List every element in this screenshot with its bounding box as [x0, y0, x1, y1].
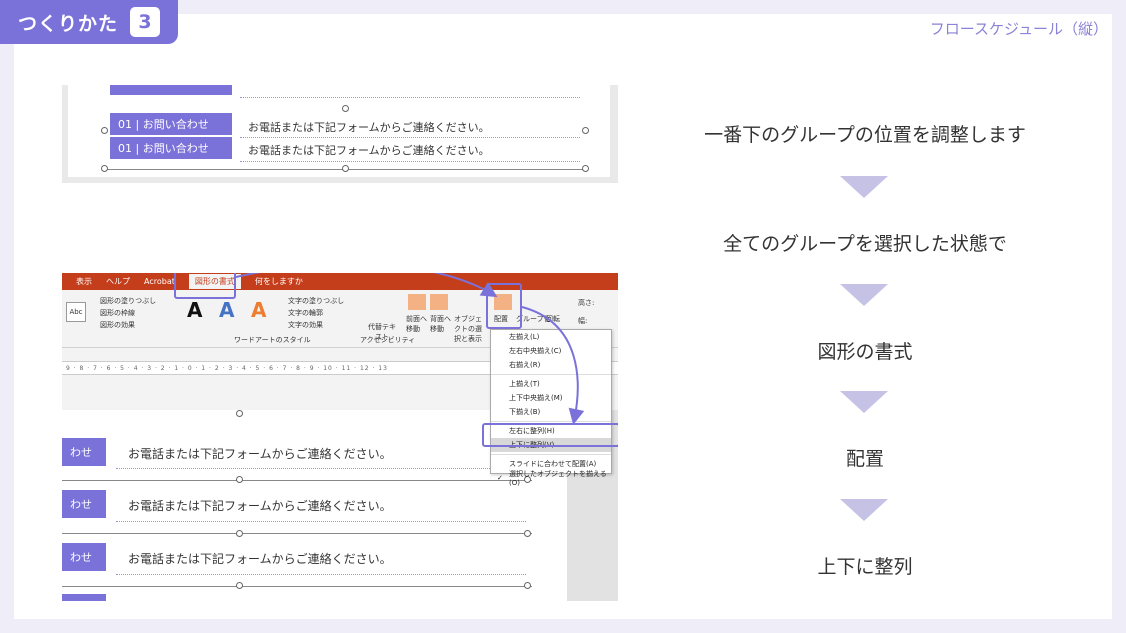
- step-badge: つくりかた 3: [0, 0, 178, 44]
- down-arrow-icon: [840, 176, 888, 198]
- down-arrow-icon: [840, 499, 888, 521]
- step-5: 上下に整列: [817, 556, 913, 578]
- arrow-to-arrange: [235, 273, 498, 298]
- row1-text: お電話または下記フォームからご連絡ください。: [248, 121, 490, 134]
- screenshot-top: 01 | お問い合わせ お電話または下記フォームからご連絡ください。 01 | …: [62, 85, 618, 183]
- partial-row-label: [110, 85, 232, 95]
- arrow-to-distribute: [521, 306, 585, 425]
- selection-handle[interactable]: [582, 165, 589, 172]
- row1-label: 01 | お問い合わせ: [110, 113, 232, 135]
- step-2: 全てのグループを選択した状態で: [723, 233, 1007, 255]
- down-arrow-icon: [840, 391, 888, 413]
- badge-title: つくりかた: [18, 12, 119, 35]
- selection-handle[interactable]: [101, 127, 108, 134]
- screenshot-ribbon: 表示 ヘルプ Acrobat 図形の書式 何をしますか Abc 図形の塗りつぶし…: [62, 273, 618, 601]
- selection-handle[interactable]: [342, 165, 349, 172]
- selection-handle[interactable]: [101, 165, 108, 172]
- row2-label: 01 | お問い合わせ: [110, 137, 232, 159]
- rotate-handle-icon[interactable]: [342, 105, 349, 112]
- slide-page: 01 | お問い合わせ お電話または下記フォームからご連絡ください。 01 | …: [68, 85, 610, 177]
- selection-handle[interactable]: [582, 127, 589, 134]
- badge-number: 3: [130, 7, 161, 37]
- down-arrow-icon: [840, 284, 888, 306]
- flow-arrows: [235, 273, 585, 425]
- page-subtitle: フロースケジュール（縦）: [929, 20, 1108, 38]
- row2-text: お電話または下記フォームからご連絡ください。: [248, 144, 490, 157]
- step-1: 一番下のグループの位置を調整します: [704, 124, 1026, 146]
- step-4: 配置: [845, 448, 884, 470]
- step-3: 図形の書式: [817, 341, 913, 363]
